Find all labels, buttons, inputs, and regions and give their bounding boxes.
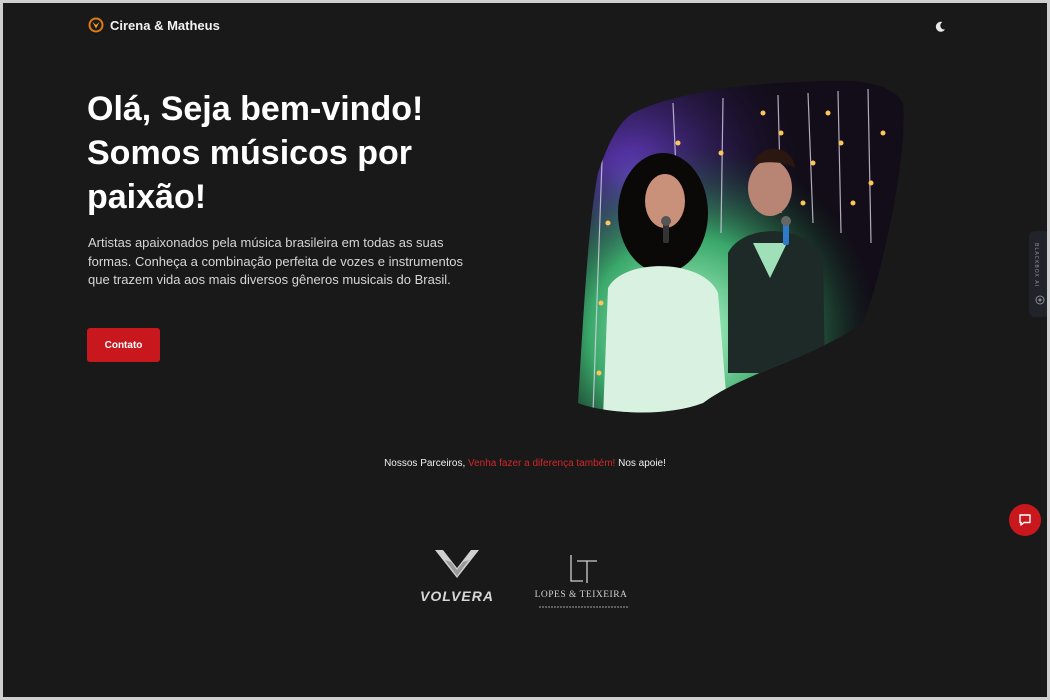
lopes-teixeira-wordmark: LOPES & TEIXEIRA xyxy=(535,590,628,600)
blackbox-ai-side-tab[interactable]: BLACKBOX AI xyxy=(1029,231,1047,317)
navbar: Cirena & Matheus xyxy=(88,17,947,39)
hero-description: Artistas apaixonados pela música brasile… xyxy=(88,235,464,287)
sparkle-icon xyxy=(1035,295,1045,305)
volvera-wordmark: VOLVERA xyxy=(420,588,494,604)
chat-bubble-icon xyxy=(1019,514,1031,526)
partners-outro: Nos apoie! xyxy=(618,458,666,469)
brand[interactable]: Cirena & Matheus xyxy=(88,17,947,33)
partners-intro: Nossos Parceiros, xyxy=(384,458,466,469)
partners-heading: Nossos Parceiros, Venha fazer a diferenç… xyxy=(3,458,1047,469)
lopes-teixeira-logo[interactable]: LOPES & TEIXEIRA xyxy=(533,551,635,615)
hero-title: Olá, Seja bem-vindo! Somos músicos por p… xyxy=(87,90,424,216)
side-tab-label: BLACKBOX AI xyxy=(1033,243,1039,288)
partners-highlight: Venha fazer a diferença também! xyxy=(468,458,616,469)
volvera-logo[interactable]: VOLVERA xyxy=(405,548,509,606)
flame-heart-logo-icon xyxy=(88,17,104,33)
contact-button[interactable]: Contato xyxy=(87,328,160,362)
chat-button[interactable] xyxy=(1009,504,1041,536)
moon-icon[interactable] xyxy=(933,20,947,34)
page: Cirena & Matheus Olá, Seja bem-vindo! So… xyxy=(3,3,1047,697)
brand-name: Cirena & Matheus xyxy=(110,17,220,33)
singers-photo xyxy=(578,80,904,413)
